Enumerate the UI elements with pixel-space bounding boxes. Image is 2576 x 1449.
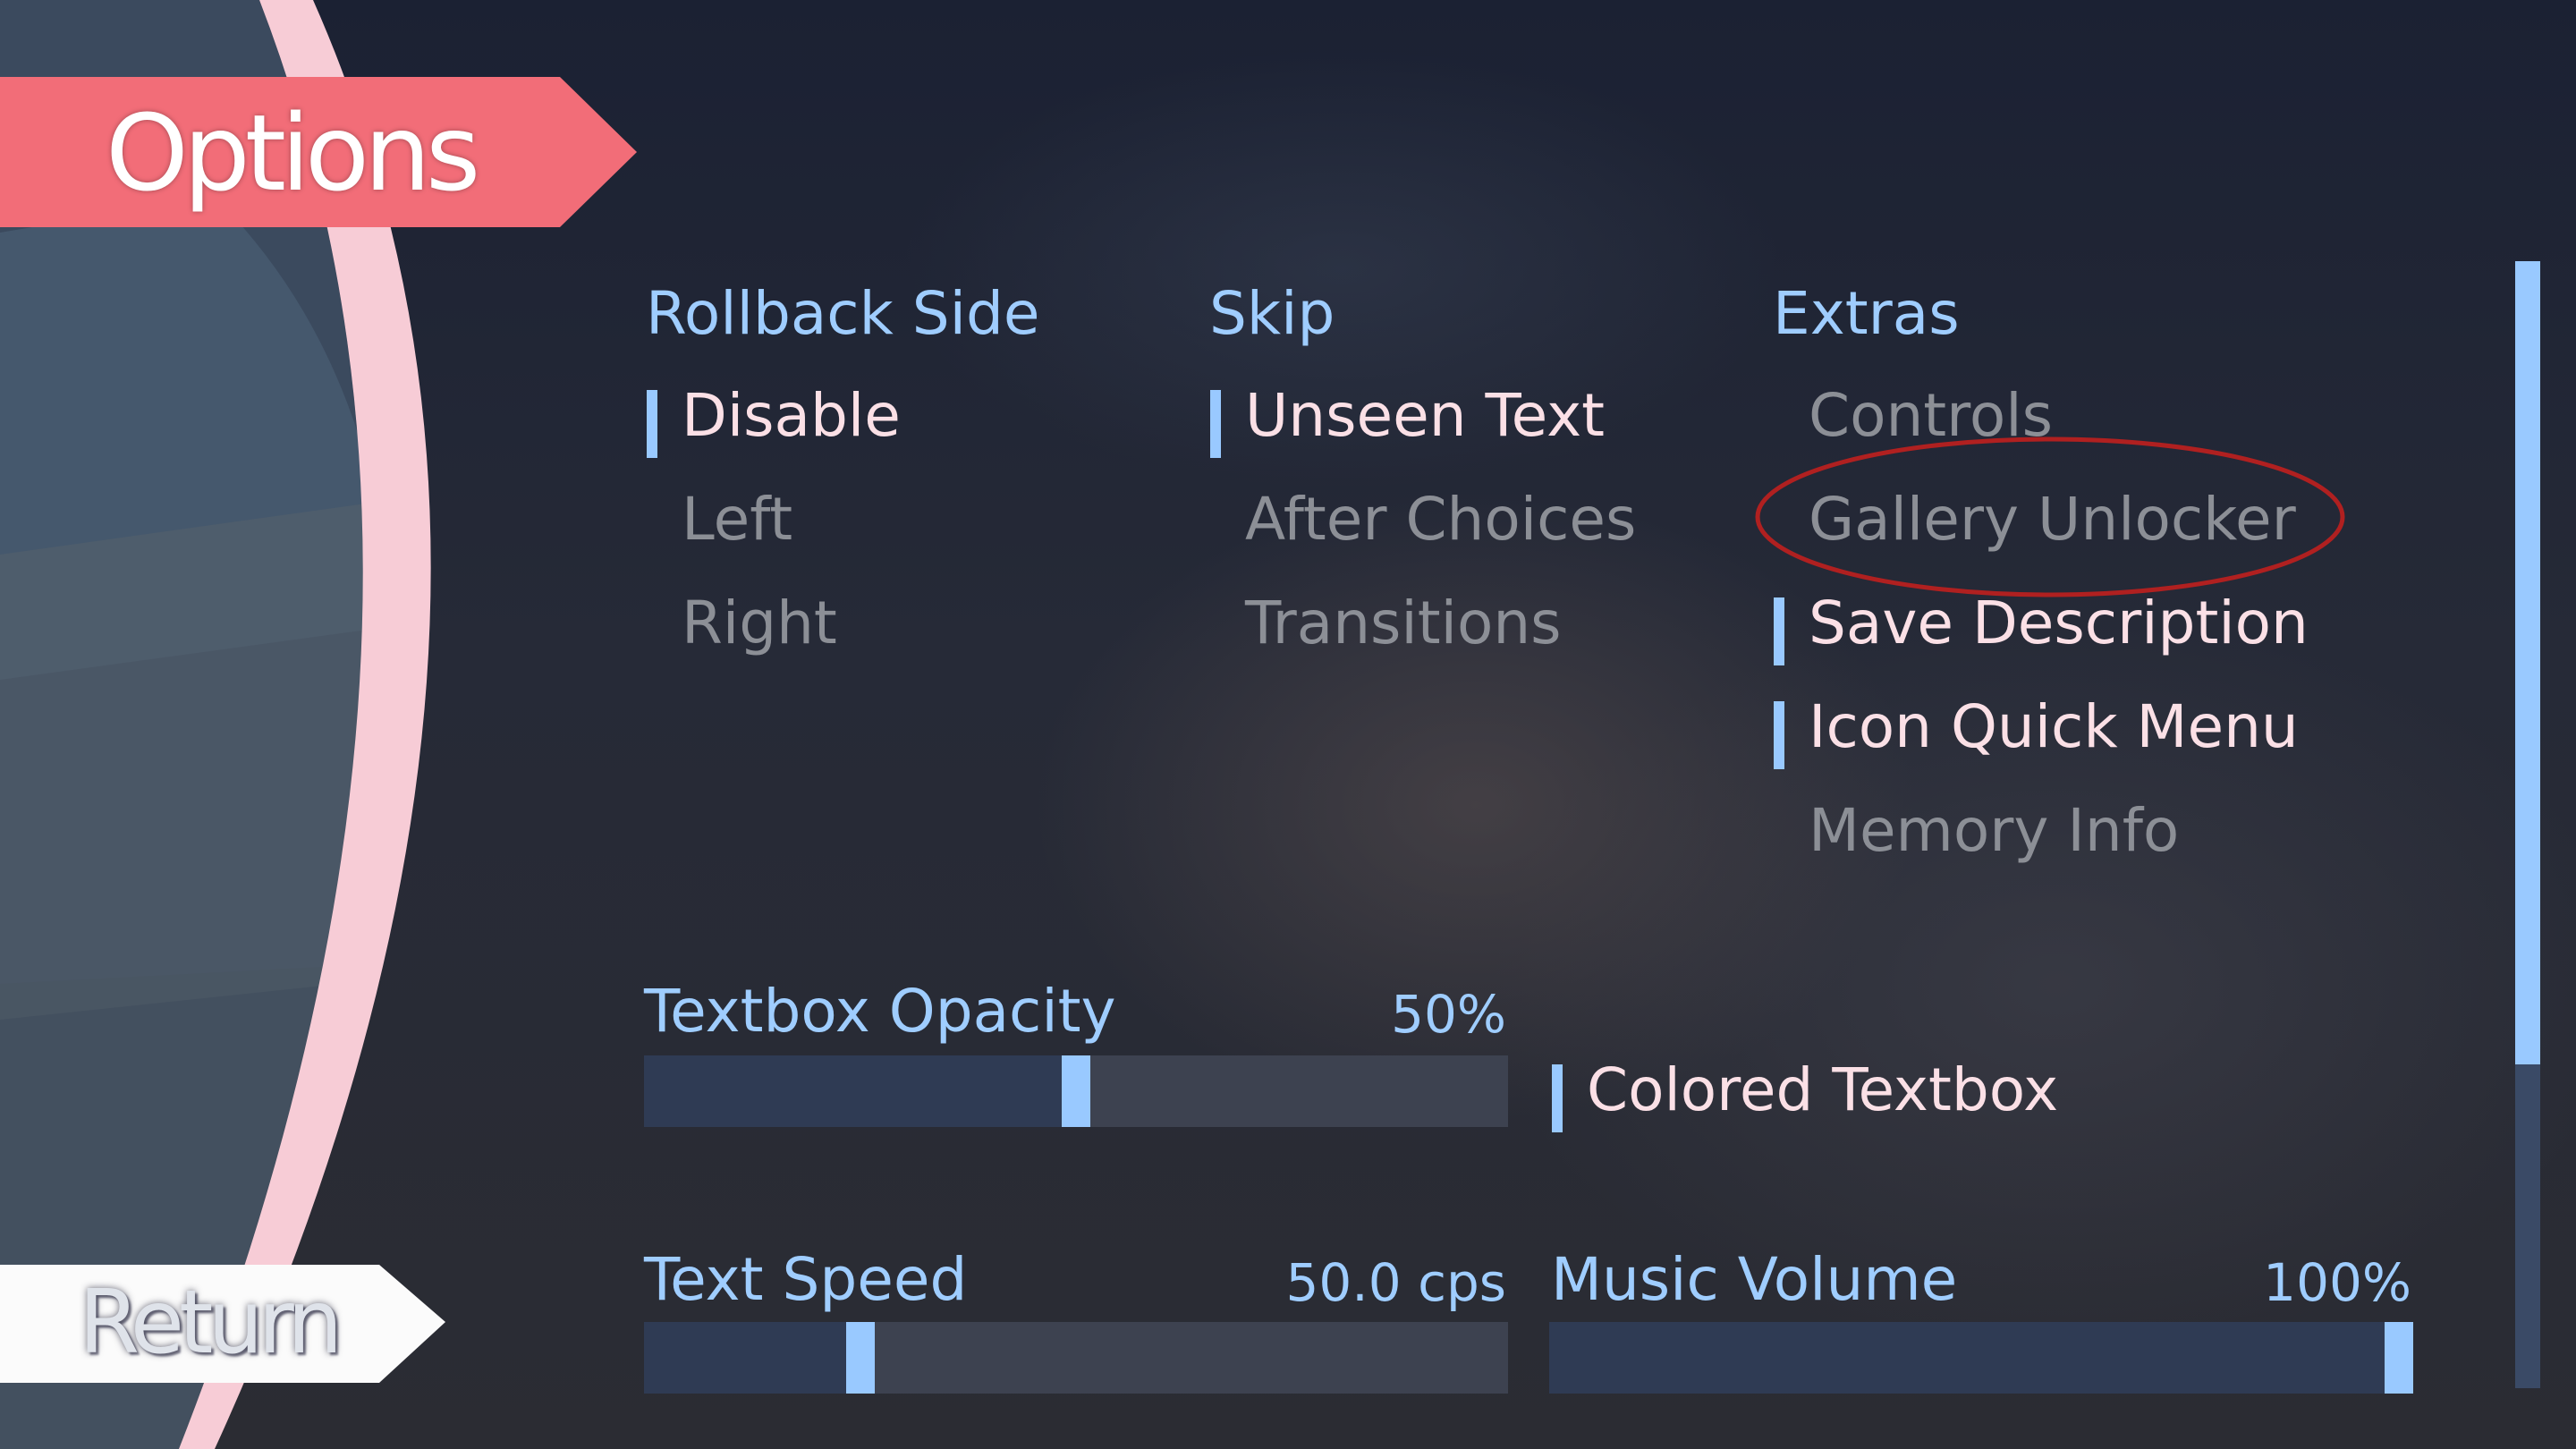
- skip-header: Skip: [1209, 279, 1335, 348]
- music-volume-value: 100%: [2263, 1252, 2411, 1313]
- text-speed-thumb[interactable]: [845, 1322, 875, 1394]
- skip-transitions-option[interactable]: Transitions: [1245, 589, 1562, 657]
- extras-save-description-option[interactable]: Save Description: [1774, 589, 2309, 665]
- rollback-right-option[interactable]: Right: [682, 589, 837, 657]
- music-volume-label: Music Volume: [1551, 1245, 1958, 1314]
- textbox-opacity-fill: [644, 1055, 1062, 1127]
- rollback-left-option[interactable]: Left: [682, 485, 792, 554]
- textbox-opacity-slider[interactable]: [644, 1055, 1508, 1127]
- colored-textbox-toggle[interactable]: Colored Textbox: [1551, 1055, 2058, 1132]
- text-speed-fill: [644, 1322, 846, 1394]
- scrollbar-thumb[interactable]: [2515, 261, 2540, 1064]
- extras-memory-info-option[interactable]: Memory Info: [1809, 796, 2179, 865]
- return-button[interactable]: Return: [79, 1272, 343, 1374]
- music-volume-thumb[interactable]: [2385, 1322, 2413, 1394]
- extras-gallery-unlocker-option[interactable]: Gallery Unlocker: [1809, 485, 2296, 554]
- extras-controls-option[interactable]: Controls: [1809, 381, 2053, 450]
- rollback-disable-option[interactable]: Disable: [647, 381, 901, 458]
- rollback-side-header: Rollback Side: [646, 279, 1040, 348]
- skip-unseen-text-option[interactable]: Unseen Text: [1209, 381, 1605, 458]
- page-title: Options: [106, 91, 480, 215]
- text-speed-slider[interactable]: [644, 1322, 1508, 1394]
- music-volume-fill: [1549, 1322, 2385, 1394]
- textbox-opacity-value: 50%: [1391, 984, 1506, 1045]
- text-speed-value: 50.0 cps: [1285, 1252, 1507, 1313]
- text-speed-label: Text Speed: [644, 1245, 968, 1314]
- scrollbar[interactable]: [2515, 261, 2540, 1388]
- skip-after-choices-option[interactable]: After Choices: [1245, 485, 1636, 554]
- textbox-opacity-label: Textbox Opacity: [644, 977, 1116, 1046]
- music-volume-slider[interactable]: [1549, 1322, 2413, 1394]
- textbox-opacity-thumb[interactable]: [1062, 1055, 1090, 1127]
- extras-icon-quick-menu-option[interactable]: Icon Quick Menu: [1774, 692, 2299, 769]
- extras-header: Extras: [1773, 279, 1960, 348]
